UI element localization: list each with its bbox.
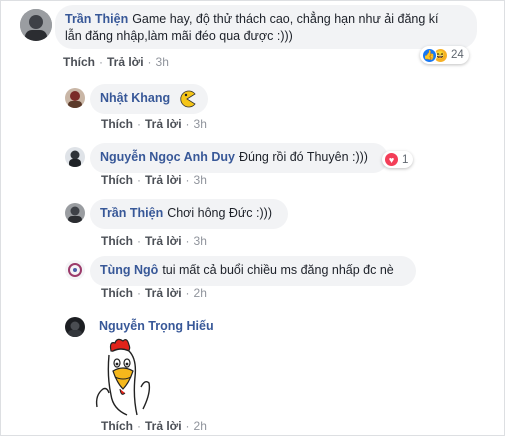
comment-text: Đúng rồi đó Thuyên :))) bbox=[238, 150, 368, 164]
comment-author[interactable]: Nguyễn Trọng Hiếu bbox=[99, 319, 214, 333]
comment-actions: Thích · Trả lời · 3h bbox=[101, 173, 207, 187]
like-link[interactable]: Thích bbox=[101, 117, 133, 131]
like-reaction-icon: 👍 bbox=[422, 47, 437, 63]
reaction-summary[interactable]: ♥ 1 bbox=[382, 151, 414, 168]
reply-link[interactable]: Trả lời bbox=[107, 55, 144, 69]
like-link[interactable]: Thích bbox=[101, 234, 133, 248]
reaction-count: 1 bbox=[402, 153, 409, 166]
comment-bubble: Tùng Ngô tui mất cả buổi chiều ms đăng nh… bbox=[90, 256, 416, 286]
reply-link[interactable]: Trả lời bbox=[145, 173, 182, 187]
pacman-sticker-icon bbox=[180, 90, 196, 108]
timestamp[interactable]: 2h bbox=[194, 286, 207, 300]
comment-text: Game hay, độ thử thách cao, chẳng hạn nh… bbox=[132, 12, 439, 26]
comment-bubble: Trần Thiện Chơi hông Đức :))) bbox=[90, 199, 288, 229]
avatar[interactable] bbox=[65, 260, 85, 280]
comment-author[interactable]: Trần Thiện bbox=[65, 12, 128, 26]
reply-link[interactable]: Trả lời bbox=[145, 419, 182, 433]
comment-actions: Thích · Trả lời · 2h bbox=[101, 419, 207, 433]
like-link[interactable]: Thích bbox=[63, 55, 95, 69]
comment-text: Chơi hông Đức :))) bbox=[167, 206, 272, 220]
avatar[interactable] bbox=[20, 9, 52, 41]
like-link[interactable]: Thích bbox=[101, 173, 133, 187]
avatar[interactable] bbox=[65, 203, 85, 223]
avatar[interactable] bbox=[65, 88, 85, 108]
like-link[interactable]: Thích bbox=[101, 286, 133, 300]
like-link[interactable]: Thích bbox=[101, 419, 133, 433]
comment-actions: Thích · Trả lời · 2h bbox=[101, 286, 207, 300]
reply-link[interactable]: Trả lời bbox=[145, 117, 182, 131]
timestamp[interactable]: 3h bbox=[156, 55, 169, 69]
comment-bubble: Nguyễn Ngọc Anh Duy Đúng rồi đó Thuyên :)… bbox=[90, 143, 388, 173]
comment-author[interactable]: Nguyễn Ngọc Anh Duy bbox=[100, 150, 235, 164]
comment-bubble: Trần Thiện Game hay, độ thử thách cao, ch… bbox=[55, 5, 477, 49]
avatar[interactable] bbox=[65, 317, 85, 337]
comment-thread: Trần Thiện Game hay, độ thử thách cao, ch… bbox=[0, 0, 505, 436]
comment-text-line2: lẫn đăng nhập,làm mãi đéo qua được :))) bbox=[65, 29, 293, 43]
love-reaction-icon: ♥ bbox=[384, 152, 399, 167]
reply-link[interactable]: Trả lời bbox=[145, 286, 182, 300]
timestamp[interactable]: 3h bbox=[194, 117, 207, 131]
comment-actions: Thích · Trả lời · 3h bbox=[101, 117, 207, 131]
timestamp[interactable]: 3h bbox=[194, 173, 207, 187]
comment-bubble: Nhật Khang bbox=[90, 84, 208, 114]
comment-text: tui mất cả buổi chiều ms đăng nhấp đc nè bbox=[162, 263, 394, 277]
reply-link[interactable]: Trả lời bbox=[145, 234, 182, 248]
timestamp[interactable]: 2h bbox=[194, 419, 207, 433]
comment-actions: Thích · Trả lời · 3h bbox=[63, 55, 169, 69]
comment-author[interactable]: Trần Thiện bbox=[100, 206, 163, 220]
comment-actions: Thích · Trả lời · 3h bbox=[101, 234, 207, 248]
timestamp[interactable]: 3h bbox=[194, 234, 207, 248]
chicken-sticker-icon[interactable] bbox=[93, 337, 169, 417]
comment-author[interactable]: Tùng Ngô bbox=[100, 263, 158, 277]
reaction-count: 24 bbox=[451, 49, 464, 61]
reaction-summary[interactable]: 👍 😆 24 bbox=[420, 46, 469, 64]
avatar[interactable] bbox=[65, 147, 85, 167]
comment-author[interactable]: Nhật Khang bbox=[100, 91, 170, 105]
